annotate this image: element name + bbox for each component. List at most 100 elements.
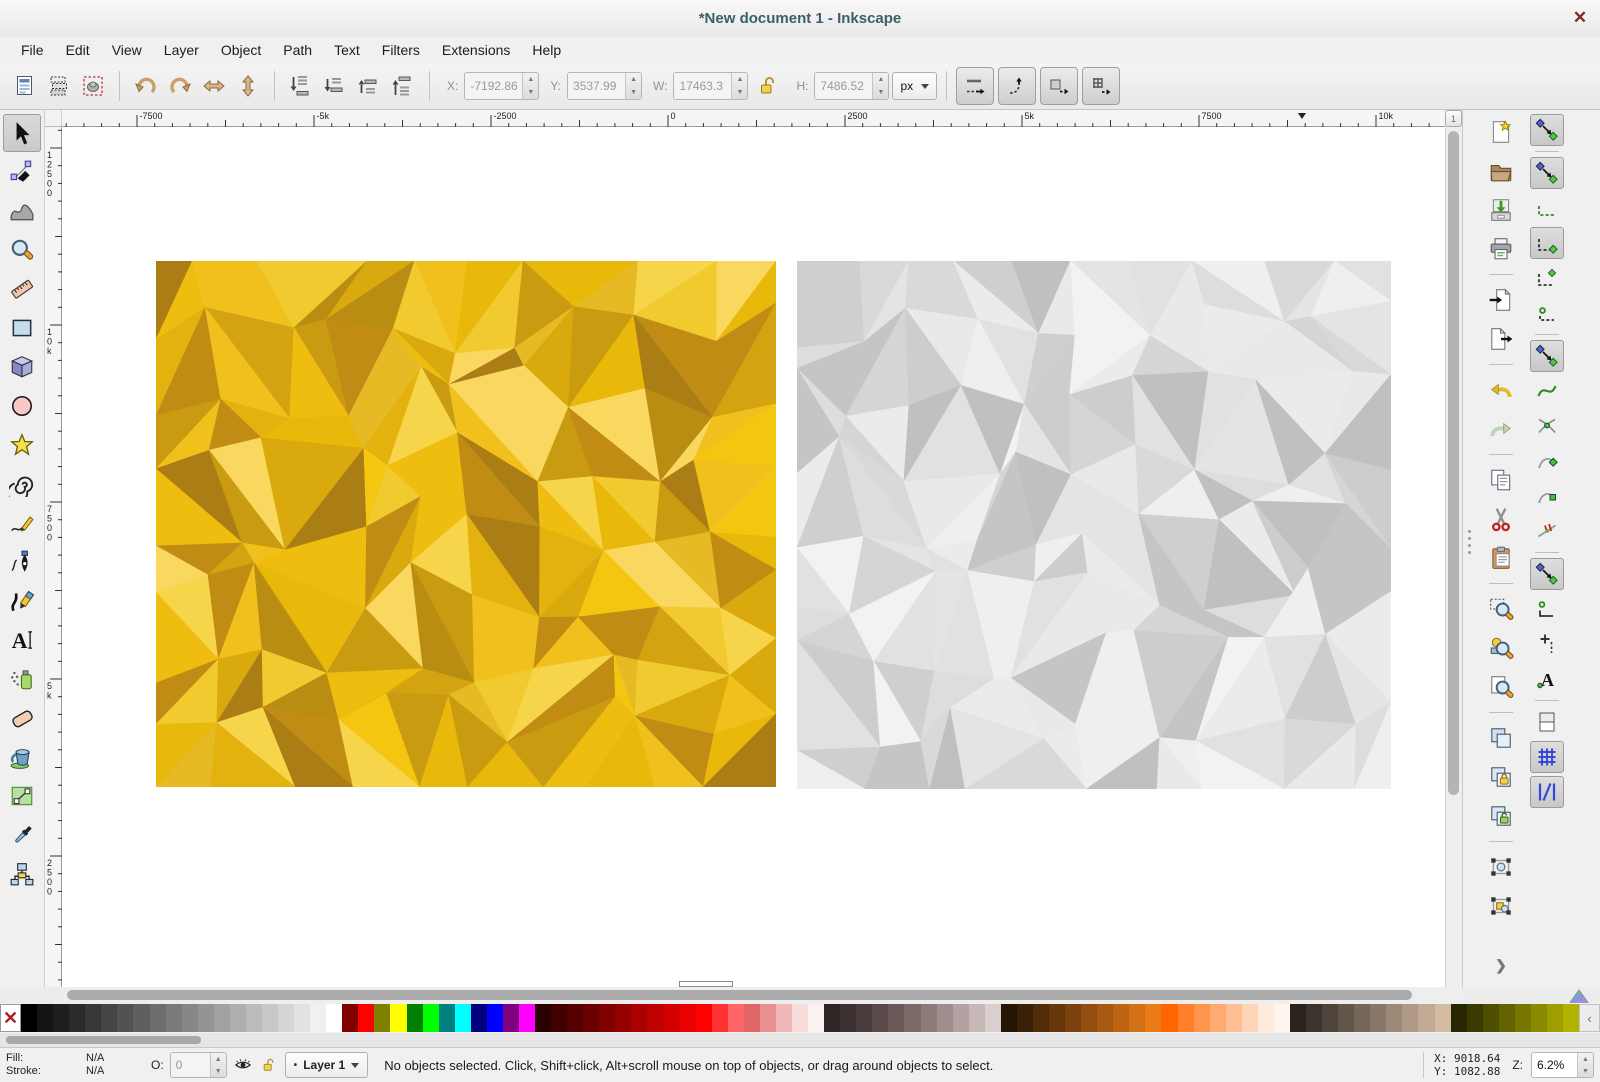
selector-tool[interactable]	[3, 114, 41, 152]
cut-icon[interactable]	[1484, 503, 1518, 535]
palette-swatch[interactable]	[1178, 1004, 1194, 1032]
lock-ratio-icon[interactable]	[751, 69, 785, 103]
palette-swatch[interactable]	[1306, 1004, 1322, 1032]
snap-intersections-icon[interactable]	[1530, 410, 1564, 442]
snap-bbox-midpoints-icon[interactable]	[1530, 262, 1564, 294]
palette-swatch[interactable]	[904, 1004, 920, 1032]
palette-swatch[interactable]	[1242, 1004, 1258, 1032]
menu-extensions[interactable]: Extensions	[431, 39, 521, 61]
copy-icon[interactable]	[1484, 464, 1518, 496]
palette-swatch[interactable]	[985, 1004, 1001, 1032]
more-commands-icon[interactable]: ❯	[1484, 949, 1518, 981]
palette-swatch[interactable]	[599, 1004, 615, 1032]
palette-swatch[interactable]	[535, 1004, 551, 1032]
yellow-low-poly-image[interactable]	[156, 261, 776, 787]
spiral-tool[interactable]	[3, 465, 41, 503]
palette-swatch[interactable]	[1483, 1004, 1499, 1032]
palette-swatch[interactable]	[937, 1004, 953, 1032]
zoom-page-icon[interactable]	[1484, 671, 1518, 703]
palette-swatch[interactable]	[1194, 1004, 1210, 1032]
star-tool[interactable]	[3, 426, 41, 464]
bucket-fill-tool[interactable]	[3, 738, 41, 776]
palette-swatch[interactable]	[230, 1004, 246, 1032]
opacity-field[interactable]: 0▲▼	[170, 1052, 227, 1078]
h-spin-arrows[interactable]: ▲▼	[872, 73, 888, 99]
palette-swatch[interactable]	[182, 1004, 198, 1032]
calligraphy-tool[interactable]	[3, 582, 41, 620]
palette-swatch[interactable]	[1258, 1004, 1274, 1032]
palette-swatch[interactable]	[1226, 1004, 1242, 1032]
menu-view[interactable]: View	[101, 39, 153, 61]
palette-swatch[interactable]	[615, 1004, 631, 1032]
palette-swatch[interactable]	[1129, 1004, 1145, 1032]
new-document-icon[interactable]	[1484, 116, 1518, 148]
menu-filters[interactable]: Filters	[371, 39, 431, 61]
palette-swatch[interactable]	[198, 1004, 214, 1032]
snap-bbox-icon[interactable]	[1530, 157, 1564, 189]
y-spin-arrows[interactable]: ▲▼	[625, 73, 641, 99]
snap-guides-icon[interactable]	[1530, 776, 1564, 808]
palette-swatch[interactable]	[969, 1004, 985, 1032]
palette-swatch[interactable]	[246, 1004, 262, 1032]
palette-swatch[interactable]	[1322, 1004, 1338, 1032]
palette-swatch[interactable]	[1001, 1004, 1017, 1032]
lock-guides-toggle[interactable]: 1	[1445, 110, 1462, 127]
snap-paths-icon[interactable]	[1530, 375, 1564, 407]
palette-swatch[interactable]	[824, 1004, 840, 1032]
palette-swatch[interactable]	[1161, 1004, 1177, 1032]
zoom-spin-arrows[interactable]: ▲▼	[1577, 1053, 1593, 1077]
palette-swatch[interactable]	[1017, 1004, 1033, 1032]
affect-pattern-icon[interactable]	[1082, 67, 1120, 105]
palette-swatch[interactable]	[712, 1004, 728, 1032]
palette-swatch[interactable]	[1547, 1004, 1563, 1032]
palette-swatch[interactable]	[551, 1004, 567, 1032]
palette-swatch[interactable]	[567, 1004, 583, 1032]
palette-swatch[interactable]	[358, 1004, 374, 1032]
palette-swatch[interactable]	[1515, 1004, 1531, 1032]
palette-swatch[interactable]	[1065, 1004, 1081, 1032]
palette-swatch[interactable]	[953, 1004, 969, 1032]
palette-swatch[interactable]	[1290, 1004, 1306, 1032]
eraser-tool[interactable]	[3, 699, 41, 737]
palette-swatch[interactable]	[69, 1004, 85, 1032]
vertical-scrollbar[interactable]	[1445, 127, 1462, 987]
gradient-tool[interactable]	[3, 777, 41, 815]
flip-horizontal-icon[interactable]	[197, 69, 231, 103]
zoom-tool[interactable]	[3, 231, 41, 269]
palette-swatch[interactable]	[374, 1004, 390, 1032]
palette-swatch[interactable]	[1338, 1004, 1354, 1032]
palette-swatch[interactable]	[744, 1004, 760, 1032]
palette-swatch[interactable]	[1033, 1004, 1049, 1032]
palette-swatch[interactable]	[37, 1004, 53, 1032]
canvas[interactable]	[62, 127, 1445, 987]
palette-swatch[interactable]	[342, 1004, 358, 1032]
pen-tool[interactable]	[3, 543, 41, 581]
x-spin-arrows[interactable]: ▲▼	[522, 73, 538, 99]
raise-icon[interactable]	[352, 69, 386, 103]
palette-swatch[interactable]	[519, 1004, 535, 1032]
palette-swatch[interactable]	[439, 1004, 455, 1032]
palette-swatch[interactable]	[150, 1004, 166, 1032]
group-icon[interactable]	[1484, 851, 1518, 883]
palette-swatch[interactable]	[85, 1004, 101, 1032]
horizontal-scrollbar[interactable]	[62, 987, 1462, 1003]
palette-swatch[interactable]	[1274, 1004, 1290, 1032]
palette-swatch[interactable]	[407, 1004, 423, 1032]
menu-object[interactable]: Object	[210, 39, 272, 61]
snap-rotation-centers-icon[interactable]	[1530, 628, 1564, 660]
palette-swatch[interactable]	[1563, 1004, 1579, 1032]
snap-bbox-corners-icon[interactable]	[1530, 227, 1564, 259]
palette-swatch[interactable]	[1370, 1004, 1386, 1032]
text-tool[interactable]: A	[3, 621, 41, 659]
snap-master-icon[interactable]	[1530, 114, 1564, 146]
snap-line-midpoints-icon[interactable]	[1530, 515, 1564, 547]
zoom-drawing-icon[interactable]	[1484, 632, 1518, 664]
layer-lock-icon[interactable]	[259, 1055, 279, 1075]
horizontal-ruler[interactable]: -7500-5k-2500025005k750010k	[62, 110, 1445, 127]
palette-swatch[interactable]	[631, 1004, 647, 1032]
clone-icon[interactable]	[1484, 761, 1518, 793]
menu-file[interactable]: File	[10, 39, 55, 61]
palette-swatch[interactable]	[310, 1004, 326, 1032]
snap-object-centers-icon[interactable]	[1530, 593, 1564, 625]
affect-gradient-icon[interactable]	[1040, 67, 1078, 105]
